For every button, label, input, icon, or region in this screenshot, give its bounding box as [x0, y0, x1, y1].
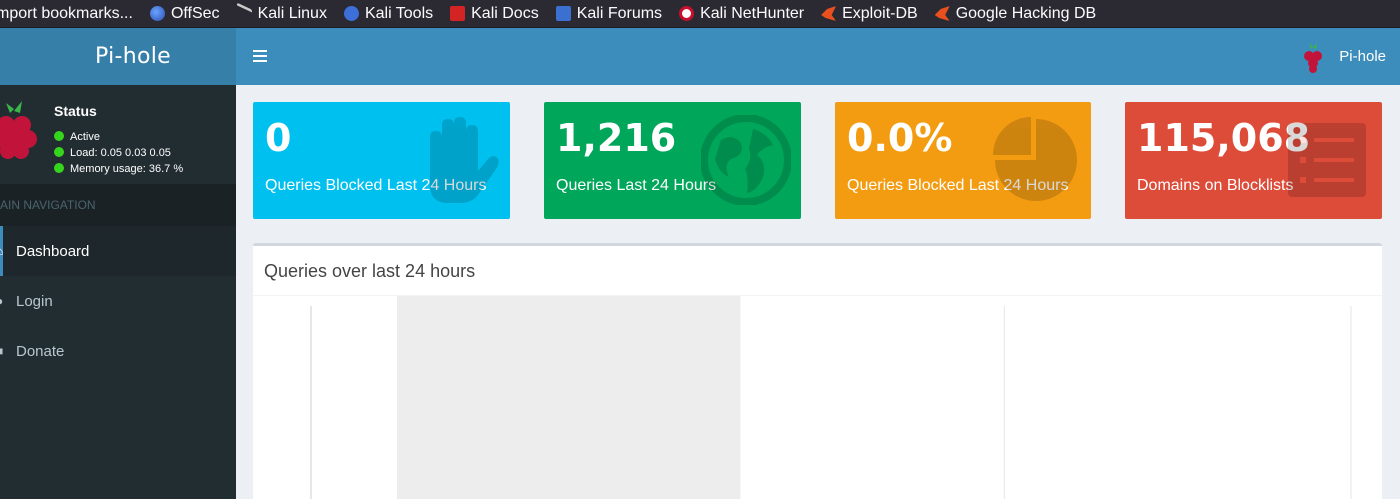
stat-value: 0 — [265, 116, 292, 160]
sidebar-item-login-label: Login — [16, 292, 53, 310]
bookmark-offsec[interactable]: OffSec — [149, 4, 220, 23]
user-avatar-raspberry-icon[interactable] — [1302, 43, 1324, 73]
stat-box-percent: 0.0% Queries Blocked Last 24 Hours — [835, 102, 1091, 219]
bookmark-kali-forums[interactable]: Kali Forums — [555, 4, 663, 23]
hand-icon — [430, 117, 499, 203]
stat-box-total: 1,216 Queries Last 24 Hours — [544, 102, 801, 219]
stat-value: 1,216 — [556, 116, 677, 160]
stat-label: Domains on Blocklists — [1137, 177, 1294, 194]
bookmark-kali-linux-label: Kali Linux — [257, 4, 327, 22]
bookmark-exploit-db-label: Exploit-DB — [842, 4, 918, 22]
kali-docs-icon — [450, 6, 466, 21]
user-menu[interactable]: Pi-hole — [1339, 48, 1386, 65]
logo-text: Pi-hole — [95, 44, 171, 69]
status-lines: Active Load: 0.05 0.03 0.05 Memory usage… — [54, 129, 183, 177]
status-memory: Memory usage: 36.7 % — [54, 161, 183, 177]
nav-header: AIN NAVIGATION — [0, 184, 236, 226]
kali-tools-icon — [343, 6, 359, 21]
sidebar-item-dashboard[interactable]: ⌂ Dashboard — [0, 226, 236, 276]
kali-forums-icon — [555, 6, 571, 21]
bookmark-kali-docs[interactable]: Kali Docs — [450, 5, 539, 23]
bookmark-kali-tools-label: Kali Tools — [364, 4, 434, 22]
sidebar-item-dashboard-label: Dashboard — [16, 242, 90, 260]
stat-value: 0.0% — [847, 116, 953, 160]
sidebar-item-donate-label: Donate — [16, 342, 65, 360]
bookmark-ghdb-label: Google Hacking DB — [955, 4, 1097, 22]
user-panel: Status Active Load: 0.05 0.03 0.05 Memor… — [0, 85, 236, 184]
user-icon: ● — [0, 294, 16, 308]
nethunter-icon — [679, 6, 695, 21]
ghdb-icon — [934, 6, 950, 21]
status-active-text: Active — [70, 131, 100, 143]
top-navbar: Pi-hole — [236, 28, 1400, 85]
bookmark-kali-tools[interactable]: Kali Tools — [343, 4, 434, 23]
chart-panel-title: Queries over last 24 hours — [264, 261, 476, 281]
bookmark-import[interactable]: mport bookmarks... — [0, 5, 133, 23]
globe-icon — [701, 115, 791, 205]
chart-area-fill — [397, 296, 741, 499]
bookmarks-toolbar: mport bookmarks... OffSec Kali Linux Kal… — [0, 0, 1400, 28]
stat-box-blocked: 0 Queries Blocked Last 24 Hours — [253, 102, 510, 219]
queries-chart-panel: Queries over last 24 hours 3002502001501… — [253, 243, 1382, 499]
sidebar-item-donate[interactable]: ■ Donate — [0, 326, 236, 376]
exploit-db-icon — [821, 6, 837, 21]
sidebar-item-login[interactable]: ● Login — [0, 276, 236, 326]
kali-dragon-icon — [236, 2, 252, 25]
pie-chart-icon — [993, 117, 1077, 201]
bookmark-kali-forums-label: Kali Forums — [576, 4, 663, 22]
bookmark-kali-docs-label: Kali Docs — [471, 4, 539, 22]
stat-box-domains: 115,068 Domains on Blocklists — [1125, 102, 1382, 219]
offsec-icon — [149, 6, 165, 21]
status-active-dot-icon — [54, 131, 64, 141]
status-memory-text: Memory usage: 36.7 % — [70, 163, 184, 175]
bookmark-exploit-db[interactable]: Exploit-DB — [821, 5, 918, 23]
status-load-dot-icon — [54, 147, 64, 157]
home-icon: ⌂ — [0, 244, 16, 258]
bookmark-kali-nethunter-label: Kali NetHunter — [700, 4, 805, 22]
stat-label: Queries Last 24 Hours — [556, 177, 717, 194]
status-load: Load: 0.05 0.03 0.05 — [54, 145, 183, 161]
raspberry-logo-icon — [0, 101, 37, 159]
status-active: Active — [54, 129, 183, 145]
bookmark-kali-linux[interactable]: Kali Linux — [236, 2, 327, 25]
paypal-icon: ■ — [0, 344, 16, 358]
logo-link[interactable]: Pi-hole — [0, 28, 236, 85]
list-icon — [1288, 123, 1366, 197]
status-memory-dot-icon — [54, 163, 64, 173]
queries-line-chart[interactable]: 300250200150100 — [253, 296, 1382, 499]
sidebar: Pi-hole Status Active Load: 0.05 0.03 0.… — [0, 28, 236, 499]
bookmark-ghdb[interactable]: Google Hacking DB — [934, 4, 1097, 23]
sidebar-toggle-hamburger-icon[interactable] — [253, 50, 267, 62]
bookmark-offsec-label: OffSec — [170, 4, 220, 22]
bookmark-import-label: mport bookmarks... — [0, 4, 133, 22]
bookmark-kali-nethunter[interactable]: Kali NetHunter — [679, 5, 804, 23]
status-title: Status — [54, 103, 97, 119]
status-load-text: Load: 0.05 0.03 0.05 — [70, 147, 171, 159]
